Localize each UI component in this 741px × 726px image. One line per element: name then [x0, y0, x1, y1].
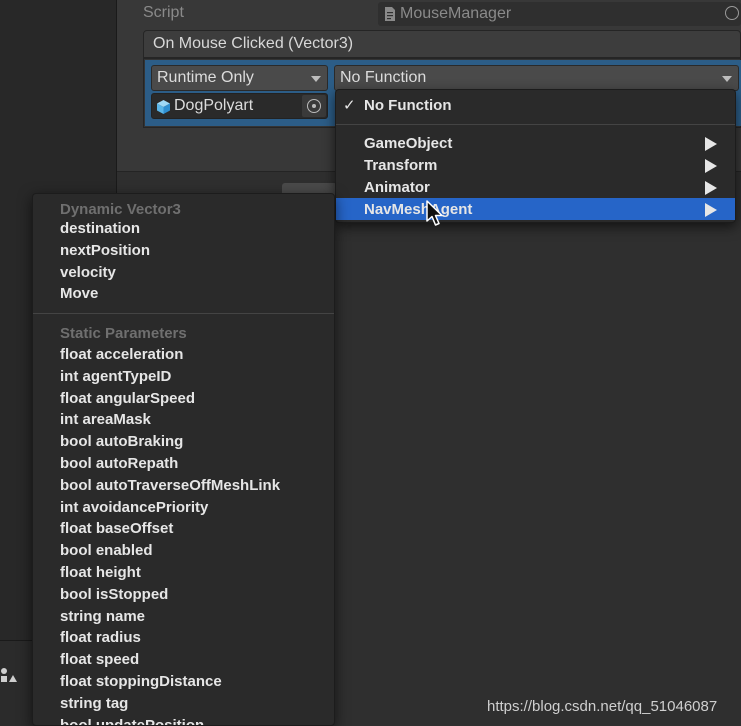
menu-divider — [336, 124, 735, 125]
shapes-icon[interactable] — [0, 666, 18, 684]
submenu-item[interactable]: int agentTypeID — [60, 368, 171, 390]
menu-item-gameobject[interactable]: GameObject — [336, 132, 735, 154]
submenu-item[interactable]: int areaMask — [60, 411, 151, 433]
submenu-arrow-icon — [705, 203, 717, 217]
submenu-item[interactable]: bool autoTraverseOffMeshLink — [60, 477, 280, 499]
submenu-arrow-icon — [705, 181, 717, 195]
section-header-dynamic: Dynamic Vector3 — [60, 201, 181, 218]
submenu-item[interactable]: bool autoRepath — [60, 455, 178, 477]
object-picker-icon[interactable] — [302, 95, 326, 117]
menu-item-label: Animator — [364, 179, 430, 196]
navmeshagent-submenu: Dynamic Vector3 destination nextPosition v… — [32, 193, 335, 726]
submenu-item[interactable]: int avoidancePriority — [60, 499, 208, 521]
submenu-item[interactable]: destination — [60, 220, 140, 242]
document-icon — [385, 7, 395, 21]
function-menu: ✓ No Function GameObject Transform Anima… — [335, 89, 736, 223]
menu-item-label: No Function — [364, 97, 452, 114]
submenu-item[interactable]: float stoppingDistance — [60, 673, 222, 695]
submenu-item[interactable]: nextPosition — [60, 242, 150, 264]
submenu-item[interactable]: bool enabled — [60, 542, 153, 564]
watermark-text: https://blog.csdn.net/qq_51046087 — [487, 698, 718, 715]
function-dropdown[interactable]: No Function — [334, 65, 739, 91]
mouse-cursor-icon — [426, 200, 443, 226]
submenu-item[interactable]: float height — [60, 564, 141, 586]
script-field[interactable]: MouseManager — [378, 2, 741, 26]
menu-item-transform[interactable]: Transform — [336, 154, 735, 176]
menu-item-label: Transform — [364, 157, 438, 174]
submenu-item[interactable]: bool updatePosition — [60, 717, 204, 725]
cube-icon — [157, 100, 170, 114]
event-header: On Mouse Clicked (Vector3) — [143, 30, 741, 58]
section-header-static: Static Parameters — [60, 325, 187, 342]
menu-item-animator[interactable]: Animator — [336, 176, 735, 198]
menu-item-label: GameObject — [364, 135, 453, 152]
submenu-item[interactable]: bool isStopped — [60, 586, 168, 608]
runtime-dropdown[interactable]: Runtime Only — [151, 65, 328, 91]
submenu-item[interactable]: float speed — [60, 651, 139, 673]
script-label: Script — [143, 4, 184, 21]
menu-item-navmeshagent[interactable]: NavMeshAgent — [336, 198, 735, 220]
submenu-item[interactable]: string tag — [60, 695, 128, 717]
chevron-down-icon — [311, 76, 321, 82]
menu-divider — [33, 313, 334, 314]
submenu-item[interactable]: float acceleration — [60, 346, 183, 368]
submenu-item[interactable]: float angularSpeed — [60, 390, 195, 412]
submenu-arrow-icon — [705, 137, 717, 151]
object-picker-icon[interactable] — [725, 6, 739, 20]
menu-item-no-function[interactable]: ✓ No Function — [336, 94, 735, 116]
submenu-arrow-icon — [705, 159, 717, 173]
script-name: MouseManager — [400, 5, 512, 22]
submenu-item[interactable]: float radius — [60, 629, 141, 651]
chevron-down-icon — [722, 76, 732, 82]
checkmark-icon: ✓ — [343, 97, 356, 114]
submenu-item[interactable]: bool autoBraking — [60, 433, 183, 455]
submenu-item[interactable]: float baseOffset — [60, 520, 173, 542]
target-object-name: DogPolyart — [174, 97, 254, 114]
runtime-dropdown-value: Runtime Only — [157, 69, 254, 86]
function-dropdown-value: No Function — [340, 69, 427, 86]
event-title: On Mouse Clicked (Vector3) — [153, 35, 354, 52]
submenu-item[interactable]: Move — [60, 285, 98, 307]
menu-item-label: NavMeshAgent — [364, 201, 473, 218]
submenu-item[interactable]: string name — [60, 608, 145, 630]
target-object-field[interactable]: DogPolyart — [151, 93, 328, 119]
submenu-item[interactable]: velocity — [60, 264, 116, 286]
